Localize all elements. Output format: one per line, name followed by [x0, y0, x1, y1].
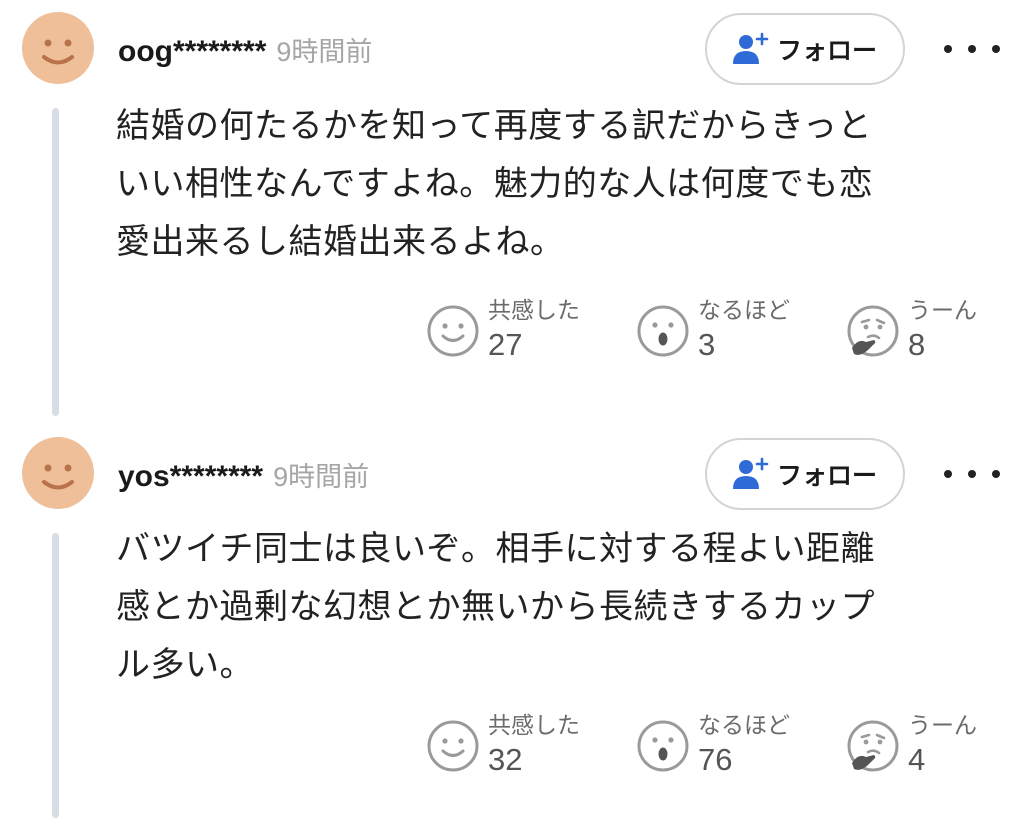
- smile-icon: [427, 305, 479, 357]
- comment-line: 結婚の何たるかを知って再度する訳だからきっと: [116, 106, 872, 146]
- username[interactable]: oog******** 9時間前: [118, 30, 372, 69]
- comment-body: バツイチ同士は良いぞ。相手に対する程よい距離 感とか過剰な幻想とか無いから長続き…: [116, 520, 996, 694]
- add-user-icon: [732, 457, 769, 491]
- comment-line: 愛出来るし結婚出来るよね。: [116, 222, 565, 262]
- surprised-icon: [637, 305, 689, 357]
- comment-line: バツイチ同士は良いぞ。相手に対する程よい距離: [116, 529, 875, 569]
- avatar[interactable]: [22, 12, 94, 84]
- reaction-count: 32: [488, 742, 523, 777]
- reaction-insight-button[interactable]: なるほど 3: [636, 296, 790, 364]
- reaction-count: 3: [698, 327, 716, 362]
- dot-icon: [968, 45, 976, 53]
- comment-line: いい相性なんですよね。魅力的な人は何度でも恋: [116, 164, 874, 204]
- reaction-agree-button[interactable]: 共感した 27: [426, 296, 580, 364]
- reaction-count: 27: [488, 327, 523, 362]
- comment-body: 結婚の何たるかを知って再度する訳だからきっと いい相性なんですよね。魅力的な人は…: [116, 97, 996, 271]
- follow-label: フォロー: [776, 36, 877, 65]
- dot-icon: [968, 470, 976, 478]
- follow-button[interactable]: フォロー: [705, 438, 905, 510]
- dot-icon: [944, 470, 952, 478]
- reaction-label: うーん: [908, 713, 977, 739]
- thinking-icon: [847, 720, 899, 772]
- comment-line: 感とか過剰な幻想とか無いから長続きするカップ: [116, 587, 875, 627]
- more-options-button[interactable]: [944, 34, 1000, 64]
- reaction-label: 共感した: [488, 713, 580, 739]
- avatar-face-icon: [42, 39, 74, 65]
- add-user-icon: [732, 32, 769, 66]
- reaction-hmm-button[interactable]: うーん 4: [846, 711, 977, 779]
- username-text[interactable]: yos********: [118, 460, 263, 493]
- username-text[interactable]: oog********: [118, 35, 266, 68]
- thinking-icon: [847, 305, 899, 357]
- dot-icon: [944, 45, 952, 53]
- smile-icon: [427, 720, 479, 772]
- more-options-button[interactable]: [944, 459, 1000, 489]
- avatar[interactable]: [22, 437, 94, 509]
- follow-button[interactable]: フォロー: [705, 13, 905, 85]
- thread-line: [52, 108, 59, 416]
- reaction-label: なるほど: [698, 298, 790, 324]
- surprised-icon: [637, 720, 689, 772]
- avatar-face-icon: [42, 464, 74, 490]
- follow-label: フォロー: [776, 461, 877, 490]
- reaction-label: 共感した: [488, 298, 580, 324]
- reaction-count: 4: [908, 742, 926, 777]
- reaction-label: なるほど: [698, 713, 790, 739]
- post-time: 9時間前: [273, 462, 370, 492]
- reaction-agree-button[interactable]: 共感した 32: [426, 711, 580, 779]
- reaction-count: 8: [908, 327, 926, 362]
- username[interactable]: yos******** 9時間前: [118, 455, 369, 494]
- reaction-insight-button[interactable]: なるほど 76: [636, 711, 790, 779]
- reaction-hmm-button[interactable]: うーん 8: [846, 296, 977, 364]
- thread-line: [52, 533, 59, 818]
- reaction-label: うーん: [908, 298, 977, 324]
- dot-icon: [992, 45, 1000, 53]
- comment-line: ル多い。: [116, 645, 254, 685]
- post-time: 9時間前: [276, 37, 373, 67]
- dot-icon: [992, 470, 1000, 478]
- reaction-count: 76: [698, 742, 733, 777]
